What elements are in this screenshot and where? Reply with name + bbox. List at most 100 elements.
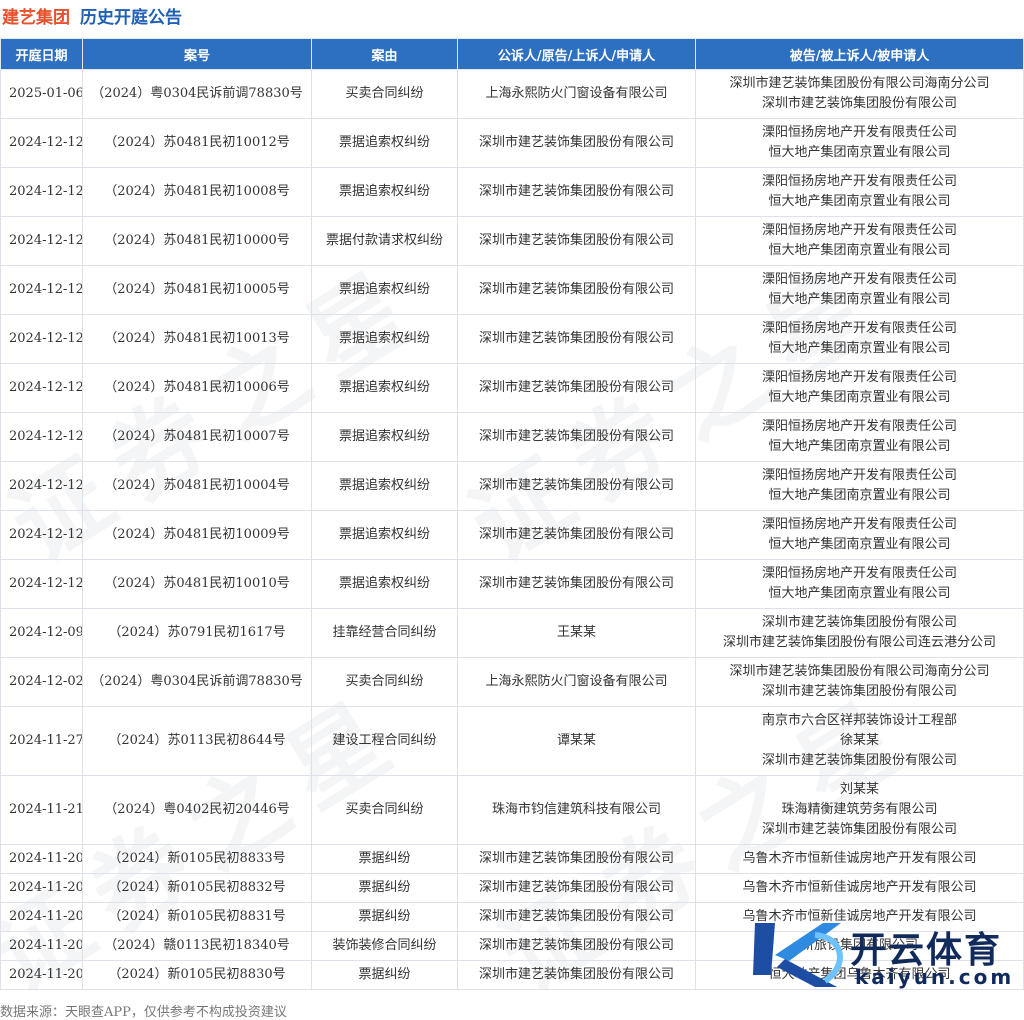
cell-case-number: （2024）新0105民初8832号	[82, 873, 312, 903]
table-row: 2024-12-12 （2024）苏0481民初10010号 票据追索权纠纷 深圳市建…	[0, 559, 1024, 609]
defendant-name: 恒大地产集团南京置业有限公司	[768, 439, 951, 454]
cell-plaintiff: 深圳市建艺装饰集团股份有限公司	[457, 265, 696, 315]
cell-case-cause: 票据付款请求权纠纷	[311, 216, 458, 266]
cell-plaintiff: 深圳市建艺装饰集团股份有限公司	[457, 167, 696, 217]
table-row: 2025-01-06 （2024）粤0304民诉前调78830号 买卖合同纠纷 上海永…	[0, 69, 1024, 119]
defendant-name: 深圳市建艺装饰集团股份有限公司	[761, 615, 957, 630]
cell-plaintiff: 深圳市建艺装饰集团股份有限公司	[457, 216, 696, 266]
cell-case-cause: 票据纠纷	[311, 902, 458, 932]
cell-hearing-date: 2024-12-12	[0, 265, 83, 315]
table-row: 2024-12-02 （2024）粤0304民诉前调78830号 买卖合同纠纷 上海永…	[0, 657, 1024, 707]
cell-case-cause: 票据追索权纠纷	[311, 461, 458, 511]
cell-case-cause: 买卖合同纠纷	[311, 69, 458, 119]
table-row: 2024-11-20 （2024）新0105民初8831号 票据纠纷 深圳市建艺装饰集…	[0, 902, 1024, 932]
defendant-name: 恒大地产集团乌鲁木齐有限公司	[768, 967, 951, 982]
cell-hearing-date: 2024-12-12	[0, 118, 83, 168]
cell-case-cause: 买卖合同纠纷	[311, 657, 458, 707]
defendant-name: 恒大地产集团南京置业有限公司	[768, 292, 951, 307]
cell-hearing-date: 2024-12-12	[0, 167, 83, 217]
cell-defendants: 溧阳恒扬房地产开发有限责任公司 恒大地产集团南京置业有限公司	[695, 167, 1024, 217]
column-header-date: 开庭日期	[0, 38, 83, 70]
cell-hearing-date: 2024-11-20	[0, 844, 83, 874]
defendant-name: 深圳市建艺装饰集团股份有限公司海南分公司	[729, 664, 990, 679]
cell-case-number: （2024）苏0481民初10013号	[82, 314, 312, 364]
cell-plaintiff: 深圳市建艺装饰集团股份有限公司	[457, 844, 696, 874]
cell-plaintiff: 深圳市建艺装饰集团股份有限公司	[457, 902, 696, 932]
cell-plaintiff: 深圳市建艺装饰集团股份有限公司	[457, 461, 696, 511]
defendant-name: 溧阳恒扬房地产开发有限责任公司	[761, 125, 957, 140]
cell-case-number: （2024）赣0113民初18340号	[82, 931, 312, 961]
cell-defendants: 溧阳恒扬房地产开发有限责任公司 恒大地产集团南京置业有限公司	[695, 216, 1024, 266]
defendant-name: 恒大地产集团南京置业有限公司	[768, 194, 951, 209]
cell-hearing-date: 2024-11-20	[0, 960, 83, 990]
table-row: 2024-12-12 （2024）苏0481民初10008号 票据追索权纠纷 深圳市建…	[0, 167, 1024, 217]
cell-case-number: （2024）新0105民初8830号	[82, 960, 312, 990]
cell-defendants: 溧阳恒扬房地产开发有限责任公司 恒大地产集团南京置业有限公司	[695, 461, 1024, 511]
table-row: 2024-12-12 （2024）苏0481民初10000号 票据付款请求权纠纷 深圳…	[0, 216, 1024, 266]
column-header-case-no: 案号	[82, 38, 312, 70]
cell-hearing-date: 2024-11-27	[0, 706, 83, 776]
cell-defendants: 溧阳恒扬房地产开发有限责任公司 恒大地产集团南京置业有限公司	[695, 314, 1024, 364]
page-title: 历史开庭公告	[80, 7, 182, 28]
cell-defendants: 深圳市建艺装饰集团股份有限公司海南分公司 深圳市建艺装饰集团股份有限公司	[695, 657, 1024, 707]
defendant-name: 溧阳恒扬房地产开发有限责任公司	[761, 419, 957, 434]
cell-defendants: 乌鲁木齐市恒新佳诚房地产开发有限公司	[695, 902, 1024, 932]
cell-case-cause: 票据纠纷	[311, 960, 458, 990]
defendant-name: 乌鲁木齐市恒新佳诚房地产开发有限公司	[742, 851, 977, 866]
defendant-name: 溧阳恒扬房地产开发有限责任公司	[761, 517, 957, 532]
cell-case-number: （2024）苏0481民初10005号	[82, 265, 312, 315]
cell-case-cause: 挂靠经营合同纠纷	[311, 608, 458, 658]
cell-defendants: 溧阳恒扬房地产开发有限责任公司 恒大地产集团南京置业有限公司	[695, 412, 1024, 462]
cell-defendants: 溧阳恒扬房地产开发有限责任公司 恒大地产集团南京置业有限公司	[695, 118, 1024, 168]
table-row: 2024-12-09 （2024）苏0791民初1617号 挂靠经营合同纠纷 王某某深…	[0, 608, 1024, 658]
cell-plaintiff: 深圳市建艺装饰集团股份有限公司	[457, 559, 696, 609]
cell-defendants: 溧阳恒扬房地产开发有限责任公司 恒大地产集团南京置业有限公司	[695, 363, 1024, 413]
cell-case-number: （2024）苏0481民初10004号	[82, 461, 312, 511]
cell-hearing-date: 2024-11-20	[0, 873, 83, 903]
cell-plaintiff: 深圳市建艺装饰集团股份有限公司	[457, 931, 696, 961]
defendant-name: 深圳市建艺装饰集团股份有限公司	[761, 96, 957, 111]
column-header-plaintiff: 公诉人/原告/上诉人/申请人	[457, 38, 696, 70]
cell-plaintiff: 深圳市建艺装饰集团股份有限公司	[457, 363, 696, 413]
cell-hearing-date: 2024-12-12	[0, 216, 83, 266]
cell-case-cause: 票据追索权纠纷	[311, 314, 458, 364]
cell-plaintiff: 上海永熙防火门窗设备有限公司	[457, 657, 696, 707]
cell-case-number: （2024）粤0402民初20446号	[82, 775, 312, 845]
cell-hearing-date: 2024-12-12	[0, 559, 83, 609]
cell-case-number: （2024）苏0481民初10000号	[82, 216, 312, 266]
defendant-name: 溧阳恒扬房地产开发有限责任公司	[761, 370, 957, 385]
cell-case-cause: 票据追索权纠纷	[311, 559, 458, 609]
cell-defendants: 新旅设集团有限公司	[695, 931, 1024, 961]
table-row: 2024-12-12 （2024）苏0481民初10004号 票据追索权纠纷 深圳市建…	[0, 461, 1024, 511]
defendant-name: 恒大地产集团南京置业有限公司	[768, 341, 951, 356]
defendant-name: 深圳市建艺装饰集团股份有限公司连云港分公司	[722, 635, 996, 650]
company-name: 建艺集团	[2, 7, 70, 28]
cell-hearing-date: 2024-12-12	[0, 412, 83, 462]
cell-case-number: （2024）新0105民初8833号	[82, 844, 312, 874]
defendant-name: 珠海精衡建筑劳务有限公司	[781, 802, 938, 817]
cell-case-number: （2024）苏0481民初10008号	[82, 167, 312, 217]
cell-case-number: （2024）苏0481民初10006号	[82, 363, 312, 413]
cell-plaintiff: 深圳市建艺装饰集团股份有限公司	[457, 118, 696, 168]
cell-hearing-date: 2024-12-12	[0, 363, 83, 413]
cell-hearing-date: 2024-12-12	[0, 461, 83, 511]
table-row: 2024-12-12 （2024）苏0481民初10009号 票据追索权纠纷 深圳市建…	[0, 510, 1024, 560]
cell-defendants: 溧阳恒扬房地产开发有限责任公司 恒大地产集团南京置业有限公司	[695, 559, 1024, 609]
cell-case-number: （2024）苏0481民初10012号	[82, 118, 312, 168]
table-row: 2024-11-20 （2024）新0105民初8833号 票据纠纷 深圳市建艺装饰集…	[0, 844, 1024, 874]
table-row: 2024-12-12 （2024）苏0481民初10007号 票据追索权纠纷 深圳市建…	[0, 412, 1024, 462]
cell-plaintiff: 王某某	[457, 608, 696, 658]
data-source-note: 数据来源：天眼查APP，仅供参考不构成投资建议	[0, 1005, 287, 1020]
cell-plaintiff: 谭某某	[457, 706, 696, 776]
cell-plaintiff: 深圳市建艺装饰集团股份有限公司	[457, 314, 696, 364]
cell-case-cause: 买卖合同纠纷	[311, 775, 458, 845]
defendant-name: 南京市六合区祥邦装饰设计工程部	[761, 713, 957, 728]
table-row: 2024-11-27 （2024）苏0113民初8644号 建设工程合同纠纷 谭某某南…	[0, 706, 1024, 776]
defendant-name: 深圳市建艺装饰集团股份有限公司	[761, 753, 957, 768]
defendant-name: 恒大地产集团南京置业有限公司	[768, 390, 951, 405]
column-header-defendant: 被告/被上诉人/被申请人	[695, 38, 1024, 70]
cell-defendants: 乌鲁木齐市恒新佳诚房地产开发有限公司	[695, 873, 1024, 903]
cell-plaintiff: 深圳市建艺装饰集团股份有限公司	[457, 960, 696, 990]
cell-plaintiff: 深圳市建艺装饰集团股份有限公司	[457, 873, 696, 903]
column-header-cause: 案由	[311, 38, 458, 70]
